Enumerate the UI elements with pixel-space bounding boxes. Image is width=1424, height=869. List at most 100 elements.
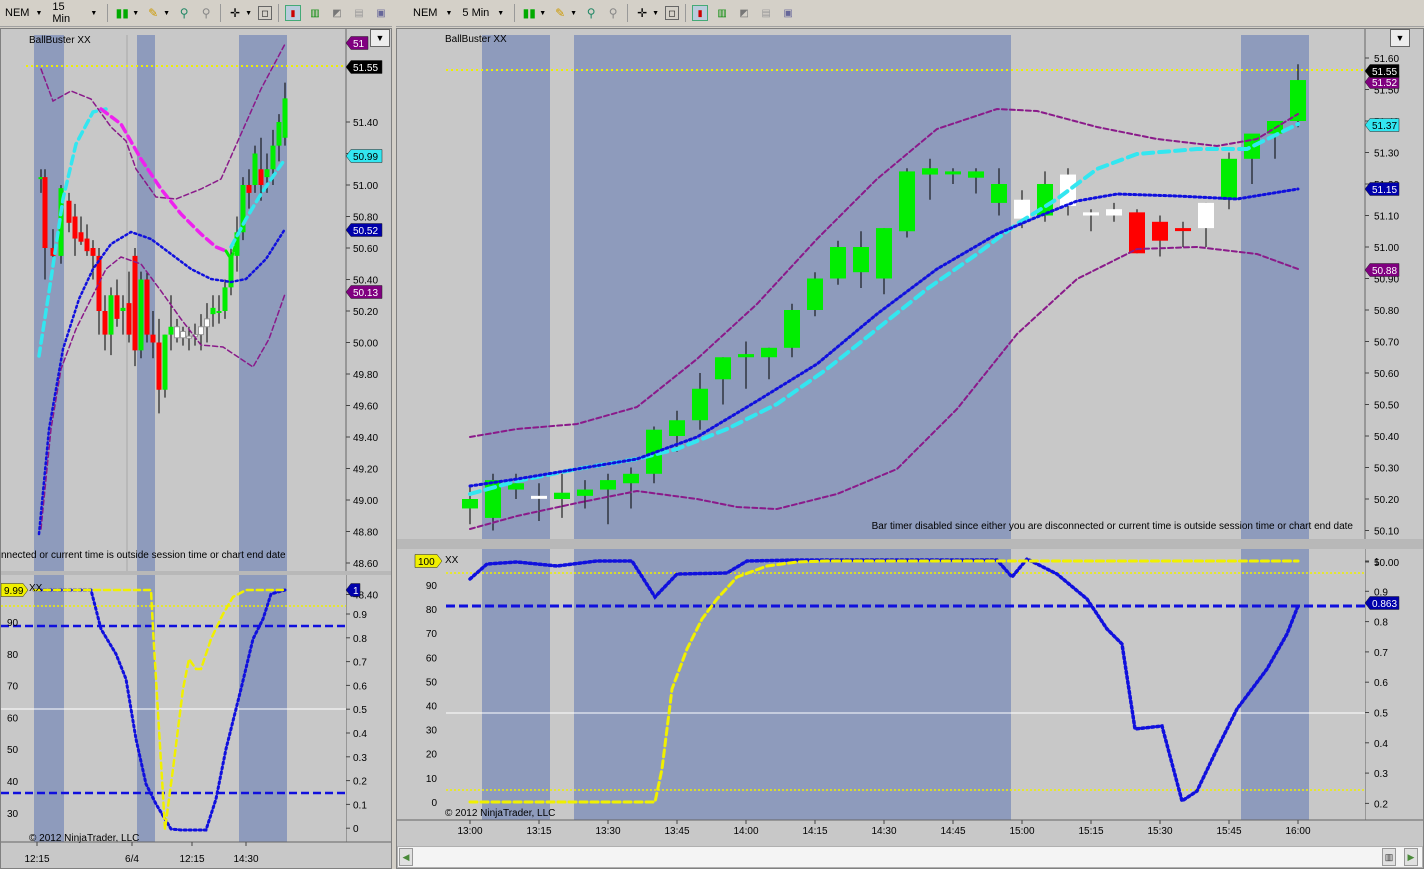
- chevron-down-icon: ▼: [375, 33, 385, 43]
- osc-left-tick-label: 40: [426, 702, 438, 713]
- left-timer-msg: nnected or current time is outside sessi…: [1, 550, 286, 561]
- price-tick-label: 49.60: [353, 402, 378, 413]
- left-toolbar: NEM ▼ 15 Min ▼ ▮▮ ▼ ✎ ▼ ⚲ ⚲ ✛ ▼ ◻ ▮ ▥ ◩ ▤ ▣: [0, 0, 392, 27]
- zoom-in-button[interactable]: ⚲: [173, 4, 195, 22]
- scroll-right-button[interactable]: ▶: [1404, 848, 1418, 866]
- zoom-out-button-right[interactable]: ⚲: [602, 4, 624, 22]
- candle-body: [246, 185, 252, 193]
- chevron-down-icon: ▼: [445, 9, 453, 17]
- candle-body: [72, 216, 78, 239]
- candle-body: [692, 388, 708, 421]
- chart-style-button-right[interactable]: ▮: [689, 4, 711, 22]
- bar-type-button[interactable]: ▮▮ ▼: [111, 4, 142, 22]
- candle-body: [853, 247, 869, 273]
- interval-selector[interactable]: 15 Min ▼: [49, 1, 100, 25]
- magnify-icon: ◻: [258, 6, 273, 20]
- pencil-icon: ✎: [555, 6, 566, 20]
- session-band: [574, 35, 1011, 539]
- candle-body: [120, 307, 126, 311]
- crosshair-button-right[interactable]: ✛ ▼: [631, 4, 662, 22]
- left-chart-svg[interactable]: BallBuster XX nnected or current time is…: [1, 29, 391, 868]
- magnify-button[interactable]: ◻: [255, 4, 275, 22]
- window-button-right[interactable]: ▣: [777, 4, 799, 22]
- marker-top: 51: [345, 36, 369, 50]
- osc-left-tick-label: 60: [426, 653, 438, 664]
- horizontal-scrollbar[interactable]: ◀ ▥ ▶: [397, 846, 1423, 868]
- osc-right-tick-label: 0.8: [1374, 618, 1388, 629]
- strategies-button[interactable]: ◩: [326, 4, 348, 22]
- instrument-selector[interactable]: NEM ▼: [2, 4, 45, 22]
- left-panel-menu-button[interactable]: ▼: [370, 29, 390, 47]
- scroll-thumb[interactable]: ▥: [1382, 848, 1396, 866]
- left-chart-title: BallBuster XX: [29, 35, 91, 46]
- osc-right-tick-label: 0.9: [353, 610, 367, 621]
- right-chart-window[interactable]: BallBuster XX Bar timer disabled since e…: [396, 28, 1424, 869]
- session-band: [239, 35, 287, 571]
- pane-splitter[interactable]: [397, 539, 1423, 549]
- drawing-tool-button-right[interactable]: ✎ ▼: [549, 4, 580, 22]
- chart-style-icon: ▮: [284, 5, 301, 21]
- left-chart-window[interactable]: BallBuster XX nnected or current time is…: [0, 28, 392, 869]
- session-band: [482, 35, 550, 539]
- osc-marker-yellow: 9.99: [1, 583, 29, 597]
- instrument-label: NEM: [5, 7, 30, 19]
- properties-button[interactable]: ▤: [348, 4, 370, 22]
- candle-body: [264, 169, 270, 178]
- zoom-out-button[interactable]: ⚲: [195, 4, 217, 22]
- candle-body: [174, 326, 180, 339]
- osc-marker-blue: 0.863: [1364, 596, 1400, 610]
- right-chart-svg[interactable]: BallBuster XX Bar timer disabled since e…: [397, 29, 1423, 868]
- osc-right-tick-label: 0.6: [353, 681, 367, 692]
- window-icon: ▣: [376, 7, 386, 19]
- right-time-axis: 13:00 13:15 13:30 13:45 14:00 14:15 14:30 14:45…: [457, 820, 1311, 837]
- osc-right-tick-label: 0.4: [1374, 739, 1388, 750]
- osc-right-tick-label: 0.7: [353, 658, 367, 669]
- strategies-button-right[interactable]: ◩: [733, 4, 755, 22]
- candle-body: [258, 169, 264, 185]
- bar-type-button-right[interactable]: ▮▮ ▼: [518, 4, 549, 22]
- candle-body: [198, 326, 204, 336]
- pane-splitter[interactable]: [1, 571, 391, 575]
- crosshair-icon: ✛: [230, 6, 241, 20]
- magnify-icon: ◻: [665, 6, 680, 20]
- crosshair-button[interactable]: ✛ ▼: [224, 4, 255, 22]
- time-tick-label: 14:30: [871, 826, 896, 837]
- osc-left-tick-label: 80: [7, 650, 19, 661]
- candle-body: [252, 153, 258, 185]
- marker-cyan-label: 50.99: [353, 152, 378, 163]
- candle-body: [531, 495, 547, 499]
- candle-body: [669, 420, 685, 436]
- osc-marker-yellow: 100: [414, 554, 443, 568]
- candle-body: [761, 347, 777, 358]
- candle-body: [114, 295, 120, 319]
- candle-body: [968, 171, 984, 178]
- interval-selector-right[interactable]: 5 Min ▼: [459, 4, 507, 22]
- price-tick-label: 51.00: [1374, 243, 1399, 254]
- chevron-down-icon: ▼: [90, 9, 98, 17]
- marker-cyan: 50.99: [345, 149, 383, 163]
- properties-button-right[interactable]: ▤: [755, 4, 777, 22]
- price-tick-label: 50.10: [1374, 527, 1399, 538]
- time-tick-label: 15:45: [1216, 826, 1241, 837]
- price-tick-label: 49.80: [353, 370, 378, 381]
- toolbar-separator: [685, 4, 687, 22]
- interval-label: 15 Min: [52, 1, 71, 25]
- candle-body: [210, 307, 216, 315]
- right-panel-menu-button[interactable]: ▼: [1390, 29, 1410, 47]
- price-tick-label: 51.00: [353, 181, 378, 192]
- window-button[interactable]: ▣: [370, 4, 392, 22]
- indicators-button-right[interactable]: ▥: [711, 4, 733, 22]
- chart-style-button[interactable]: ▮: [282, 4, 304, 22]
- instrument-selector-right[interactable]: NEM ▼: [410, 4, 455, 22]
- marker-blue-label: 51.15: [1372, 185, 1397, 196]
- indicators-button[interactable]: ▥: [304, 4, 326, 22]
- drawing-tool-button[interactable]: ✎ ▼: [142, 4, 173, 22]
- marker-blue: 51.15: [1364, 182, 1400, 196]
- candle-body: [102, 311, 108, 335]
- magnify-button-right[interactable]: ◻: [662, 4, 682, 22]
- scroll-left-button[interactable]: ◀: [399, 848, 413, 866]
- price-tick-label: 48.60: [353, 559, 378, 570]
- toolbar-separator: [627, 4, 629, 22]
- osc-left-tick-label: 20: [426, 750, 438, 761]
- zoom-in-button-right[interactable]: ⚲: [580, 4, 602, 22]
